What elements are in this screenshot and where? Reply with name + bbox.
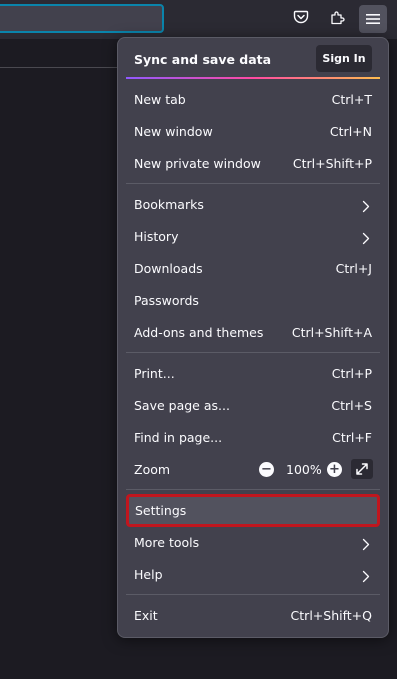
menu-item-shortcut: Ctrl+Shift+A — [291, 325, 372, 340]
fullscreen-button[interactable] — [351, 459, 373, 479]
app-menu-button[interactable] — [359, 5, 387, 33]
menu-item-label: Save page as... — [134, 398, 230, 413]
menu-item-help[interactable]: Help — [126, 559, 380, 591]
menu-item-label: Help — [134, 567, 163, 582]
menu-item-label: New private window — [134, 156, 261, 171]
menu-item-shortcut: Ctrl+N — [329, 124, 372, 139]
menu-item-new-private-window[interactable]: New private window Ctrl+Shift+P — [126, 148, 380, 180]
sync-label: Sync and save data — [134, 52, 272, 67]
menu-item-passwords[interactable]: Passwords — [126, 285, 380, 317]
chevron-right-icon — [362, 568, 370, 587]
zoom-out-button[interactable]: − — [259, 462, 274, 477]
menu-item-settings[interactable]: Settings — [126, 494, 380, 527]
menu-item-new-window[interactable]: New window Ctrl+N — [126, 116, 380, 148]
menu-item-find-in-page[interactable]: Find in page... Ctrl+F — [126, 422, 380, 454]
menu-item-label: New tab — [134, 92, 186, 107]
chevron-right-icon — [362, 198, 370, 217]
menu-item-label: More tools — [134, 535, 200, 550]
menu-item-save-page-as[interactable]: Save page as... Ctrl+S — [126, 390, 380, 422]
app-menu-panel: Sync and save data Sign In New tab Ctrl+… — [117, 37, 389, 638]
pocket-button[interactable] — [287, 5, 315, 33]
menu-item-label: Passwords — [134, 293, 199, 308]
chevron-right-icon — [362, 536, 370, 555]
content-divider — [0, 67, 120, 68]
zoom-in-button[interactable]: + — [327, 462, 342, 477]
pocket-icon — [293, 9, 309, 29]
menu-item-label: History — [134, 229, 179, 244]
menu-item-label: Find in page... — [134, 430, 223, 445]
menu-item-zoom: Zoom − 100% + — [126, 454, 380, 486]
sign-in-button[interactable]: Sign In — [316, 45, 372, 72]
menu-separator — [126, 352, 380, 353]
menu-item-exit[interactable]: Exit Ctrl+Shift+Q — [126, 600, 380, 632]
menu-item-label: Settings — [135, 503, 187, 518]
extensions-icon — [329, 9, 345, 29]
browser-toolbar — [0, 0, 397, 39]
menu-item-label: Bookmarks — [134, 197, 204, 212]
menu-item-bookmarks[interactable]: Bookmarks — [126, 189, 380, 221]
menu-item-new-tab[interactable]: New tab Ctrl+T — [126, 84, 380, 116]
menu-item-shortcut: Ctrl+Shift+P — [292, 156, 372, 171]
menu-item-shortcut: Ctrl+S — [331, 398, 372, 413]
menu-item-downloads[interactable]: Downloads Ctrl+J — [126, 253, 380, 285]
hamburger-menu-icon — [366, 10, 380, 29]
menu-item-label: Exit — [134, 608, 158, 623]
menu-item-label: Downloads — [134, 261, 203, 276]
fullscreen-icon — [356, 460, 368, 479]
menu-item-history[interactable]: History — [126, 221, 380, 253]
menu-item-shortcut: Ctrl+P — [331, 366, 372, 381]
menu-item-label: Print... — [134, 366, 175, 381]
menu-item-shortcut: Ctrl+F — [332, 430, 372, 445]
menu-separator — [126, 183, 380, 184]
menu-item-print[interactable]: Print... Ctrl+P — [126, 358, 380, 390]
extensions-button[interactable] — [323, 5, 351, 33]
menu-item-shortcut: Ctrl+Shift+Q — [290, 608, 372, 623]
menu-item-shortcut: Ctrl+T — [331, 92, 372, 107]
menu-item-label: New window — [134, 124, 213, 139]
menu-separator — [126, 489, 380, 490]
menu-item-more-tools[interactable]: More tools — [126, 527, 380, 559]
menu-separator — [126, 594, 380, 595]
zoom-level-button[interactable]: 100% — [286, 462, 322, 477]
menu-item-label: Zoom — [134, 462, 171, 477]
url-bar[interactable] — [0, 4, 164, 33]
menu-item-shortcut: Ctrl+J — [335, 261, 372, 276]
menu-item-addons-and-themes[interactable]: Add-ons and themes Ctrl+Shift+A — [126, 317, 380, 349]
chevron-right-icon — [362, 230, 370, 249]
menu-item-label: Add-ons and themes — [134, 325, 264, 340]
sync-gradient-divider — [126, 77, 380, 79]
